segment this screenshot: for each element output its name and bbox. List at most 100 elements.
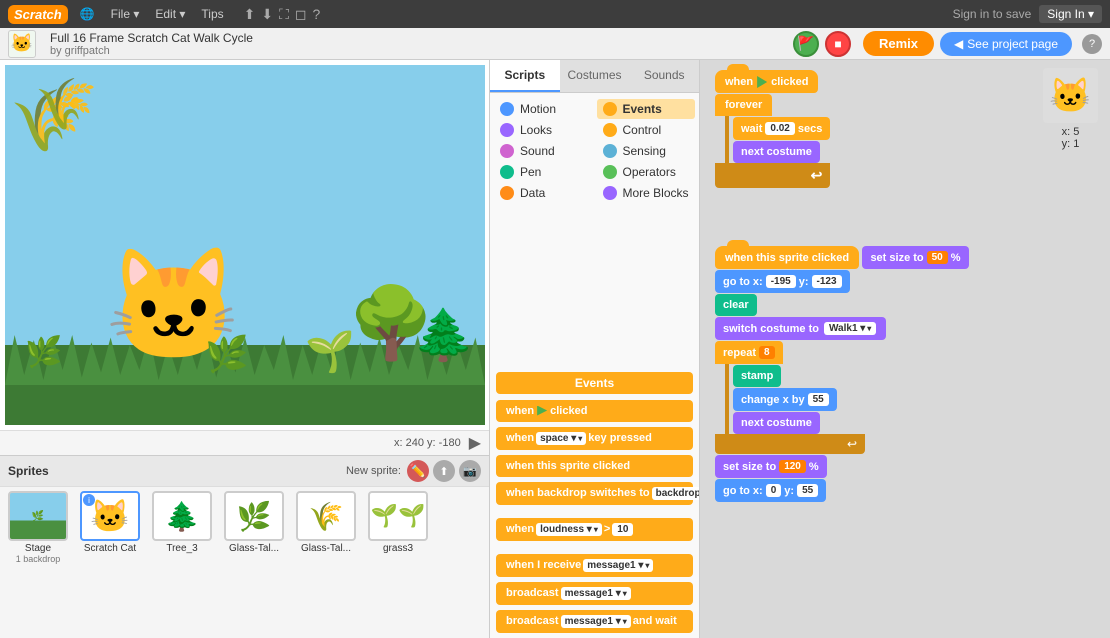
- script-group-2: when this sprite clicked set size to 50 …: [715, 245, 969, 502]
- green-flag-btn[interactable]: 🚩: [793, 31, 819, 57]
- palette-spacer2: [496, 543, 693, 551]
- palette-when-backdrop-switches[interactable]: when backdrop switches to backdrop ▾: [496, 482, 693, 505]
- theater-icon[interactable]: ◻: [295, 6, 307, 23]
- sprite-item-tree3[interactable]: 🌲 Tree_3: [148, 491, 216, 635]
- script-group-1: when clicked forever wait 0.02 secs: [715, 70, 830, 188]
- upload-icon[interactable]: ⬆: [244, 6, 256, 23]
- see-project-button[interactable]: ◀ See project page: [940, 32, 1072, 56]
- blocks-area: Scripts Costumes Sounds Motion Looks: [490, 60, 700, 638]
- stage-backdrop: 1 backdrop: [16, 554, 61, 564]
- block-goto-xy-1[interactable]: go to x: -195 y: -123: [715, 270, 850, 293]
- tips-menu[interactable]: Tips: [197, 5, 227, 23]
- see-project-label: See project page: [967, 37, 1058, 51]
- sprite-thumbnail-grass3: 🌱🌱: [368, 491, 428, 541]
- upload-sprite-btn[interactable]: ⬆: [433, 460, 455, 482]
- block-wait[interactable]: wait 0.02 secs: [733, 117, 830, 140]
- repeat-end: ↩: [715, 434, 865, 454]
- help-button[interactable]: ?: [1082, 34, 1102, 54]
- control-label: Control: [623, 123, 662, 137]
- sprite-y-coord: y: 1: [1062, 138, 1080, 150]
- camera-sprite-btn[interactable]: 📷: [459, 460, 481, 482]
- sprite-icons: ✏️ ⬆ 📷: [407, 460, 481, 482]
- sign-in-btn[interactable]: Sign In ▾: [1039, 5, 1102, 23]
- sprite-name-scratch-cat: Scratch Cat: [84, 543, 136, 554]
- control-dot: [603, 123, 617, 137]
- help-icon[interactable]: ?: [313, 6, 321, 23]
- category-events[interactable]: Events: [597, 99, 696, 119]
- block-next-costume-2[interactable]: next costume: [733, 412, 820, 434]
- fullscreen-icon[interactable]: ⛶: [279, 6, 289, 23]
- project-title: Full 16 Frame Scratch Cat Walk Cycle: [50, 31, 787, 45]
- download-icon[interactable]: ⬇: [261, 6, 273, 23]
- block-when-flag-clicked[interactable]: when clicked: [715, 70, 818, 93]
- sprite-item-grass3[interactable]: 🌱🌱 grass3: [364, 491, 432, 635]
- events-header: Events: [496, 372, 693, 394]
- block-repeat[interactable]: repeat 8: [715, 341, 783, 364]
- categories-panel: Motion Looks Sound Pen: [490, 93, 699, 368]
- sign-in-to-save[interactable]: Sign in to save: [953, 7, 1032, 21]
- file-menu[interactable]: File ▾: [107, 5, 144, 23]
- scripts-area[interactable]: when clicked forever wait 0.02 secs: [700, 60, 1110, 638]
- stage-area: 🌾 🌾 🌳 🌲 🐱 🌿 🌿 🌱 x: 240 y: -180 ▶ Sprites…: [0, 60, 490, 638]
- category-control[interactable]: Control: [597, 120, 696, 140]
- sprite-info-btn[interactable]: i: [83, 494, 95, 506]
- palette-when-receive[interactable]: when I receive message1 ▾: [496, 554, 693, 577]
- tabs: Scripts Costumes Sounds: [490, 60, 699, 93]
- block-forever[interactable]: forever: [715, 94, 772, 116]
- palette-when-loudness[interactable]: when loudness ▾ > 10: [496, 518, 693, 541]
- category-more-blocks[interactable]: More Blocks: [597, 183, 696, 203]
- blocks-palette: Events when clicked when space ▾ key pre…: [490, 368, 699, 638]
- block-forever-container: forever wait 0.02 secs next costume: [715, 94, 830, 188]
- sprite-name-tree3: Tree_3: [166, 543, 197, 554]
- pen-label: Pen: [520, 165, 541, 179]
- project-author: by griffpatch: [50, 45, 787, 57]
- block-stamp[interactable]: stamp: [733, 365, 781, 387]
- sprites-header: Sprites New sprite: ✏️ ⬆ 📷: [0, 456, 489, 487]
- palette-when-key-pressed[interactable]: when space ▾ key pressed: [496, 427, 693, 450]
- sprites-panel: Sprites New sprite: ✏️ ⬆ 📷 🌿 Stage 1 bac…: [0, 455, 489, 638]
- see-project-icon: ◀: [954, 37, 963, 51]
- repeat-body: stamp change x by 55 next costume: [725, 364, 969, 434]
- category-motion[interactable]: Motion: [494, 99, 593, 119]
- category-sound[interactable]: Sound: [494, 141, 593, 161]
- stage-label: Stage: [25, 543, 51, 554]
- block-switch-costume[interactable]: switch costume to Walk1 ▾: [715, 317, 886, 340]
- paint-sprite-btn[interactable]: ✏️: [407, 460, 429, 482]
- sprite-item-glasstall2[interactable]: 🌾 Glass-Tal...: [292, 491, 360, 635]
- shrub-mid: 🌿: [205, 334, 249, 375]
- scratch-logo[interactable]: Scratch: [8, 5, 68, 24]
- sound-label: Sound: [520, 144, 555, 158]
- palette-when-sprite-clicked[interactable]: when this sprite clicked: [496, 455, 693, 477]
- palette-broadcast[interactable]: broadcast message1 ▾: [496, 582, 693, 605]
- remix-button[interactable]: Remix: [863, 31, 934, 56]
- sprite-item-glasstall1[interactable]: 🌿 Glass-Tal...: [220, 491, 288, 635]
- block-goto-xy-2[interactable]: go to x: 0 y: 55: [715, 479, 826, 502]
- category-sensing[interactable]: Sensing: [597, 141, 696, 161]
- block-change-x[interactable]: change x by 55: [733, 388, 837, 411]
- tab-scripts[interactable]: Scripts: [490, 60, 560, 92]
- palette-broadcast-wait[interactable]: broadcast message1 ▾ and wait: [496, 610, 693, 633]
- block-set-size-50[interactable]: set size to 50 %: [862, 246, 968, 269]
- block-clear[interactable]: clear: [715, 294, 757, 316]
- stage-sprite-item[interactable]: 🌿 Stage 1 backdrop: [4, 491, 72, 635]
- category-looks[interactable]: Looks: [494, 120, 593, 140]
- tab-sounds[interactable]: Sounds: [629, 60, 699, 92]
- category-data[interactable]: Data: [494, 183, 593, 203]
- block-when-sprite-clicked[interactable]: when this sprite clicked: [715, 246, 859, 269]
- edit-menu[interactable]: Edit ▾: [151, 5, 189, 23]
- block-set-size-120[interactable]: set size to 120 %: [715, 455, 827, 478]
- stage-canvas[interactable]: 🌾 🌾 🌳 🌲 🐱 🌿 🌿 🌱: [5, 65, 485, 425]
- category-pen[interactable]: Pen: [494, 162, 593, 182]
- sprite-name-glasstall1: Glass-Tal...: [229, 543, 279, 554]
- stop-btn[interactable]: ■: [825, 31, 851, 57]
- block-next-costume-1[interactable]: next costume: [733, 141, 820, 163]
- category-operators[interactable]: Operators: [597, 162, 696, 182]
- sprite-item-scratch-cat[interactable]: i 🐱 Scratch Cat: [76, 491, 144, 635]
- globe-btn[interactable]: 🌐: [76, 5, 99, 23]
- stage-expand-btn[interactable]: ▶: [469, 433, 481, 453]
- new-sprite-label: New sprite:: [346, 465, 401, 477]
- sensing-dot: [603, 144, 617, 158]
- tab-costumes[interactable]: Costumes: [560, 60, 630, 92]
- sprite-name-grass3: grass3: [383, 543, 413, 554]
- palette-when-flag-clicked[interactable]: when clicked: [496, 400, 693, 422]
